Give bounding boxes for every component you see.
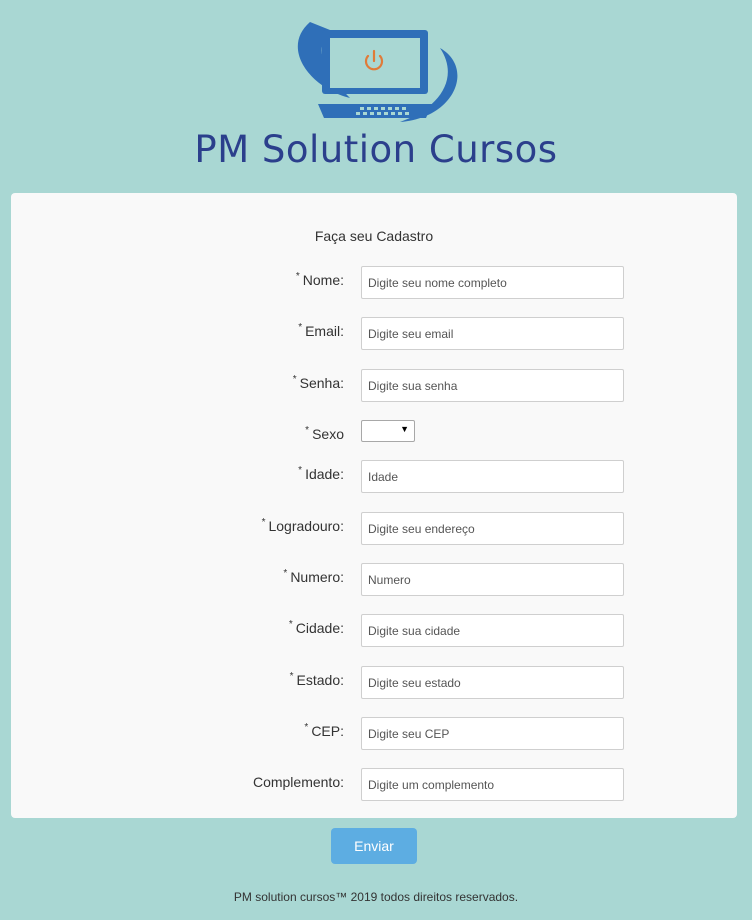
field-label: Complemento:: [252, 774, 344, 790]
field-cidade: * Cidade:: [0, 614, 752, 648]
field-idade: * Idade:: [0, 460, 752, 494]
field-label: * Nome:: [295, 271, 344, 288]
field-label: * Idade:: [298, 465, 344, 482]
sexo-select[interactable]: ▼: [361, 420, 415, 442]
triangle-down-icon: ▼: [400, 424, 409, 434]
estado-input[interactable]: [361, 666, 624, 699]
field-logradouro: * Logradouro:: [0, 512, 752, 546]
brand-name: PM Solution Cursos: [194, 128, 558, 171]
field-numero: * Numero:: [0, 563, 752, 597]
senha-input[interactable]: [361, 369, 624, 402]
logo: PM Solution Cursos: [0, 0, 752, 190]
field-cep: * CEP:: [0, 717, 752, 751]
form-title: Faça seu Cadastro: [314, 228, 434, 244]
field-nome: * Nome:: [0, 266, 752, 300]
idade-input[interactable]: [361, 460, 624, 493]
field-label: * Logradouro:: [261, 517, 344, 534]
field-sexo: * Sexo ▼: [0, 420, 752, 454]
field-label: * Estado:: [289, 671, 344, 688]
complemento-input[interactable]: [361, 768, 624, 801]
cep-input[interactable]: [361, 717, 624, 750]
field-label: * Senha:: [292, 374, 344, 391]
field-label: * CEP:: [304, 722, 344, 739]
numero-input[interactable]: [361, 563, 624, 596]
cidade-input[interactable]: [361, 614, 624, 647]
field-estado: * Estado:: [0, 666, 752, 700]
field-label: * Cidade:: [288, 619, 344, 636]
field-complemento: Complemento:: [0, 768, 752, 802]
nome-input[interactable]: [361, 266, 624, 299]
footer-text: PM solution cursos™ 2019 todos direitos …: [233, 890, 519, 904]
logradouro-input[interactable]: [361, 512, 624, 545]
field-senha: * Senha:: [0, 369, 752, 403]
field-email: * Email:: [0, 317, 752, 351]
submit-button[interactable]: Enviar: [331, 828, 417, 864]
email-input[interactable]: [361, 317, 624, 350]
field-label: * Email:: [298, 322, 344, 339]
field-label: * Sexo: [305, 425, 344, 442]
field-label: * Numero:: [283, 568, 344, 585]
computer-monitor-icon: [297, 22, 458, 122]
